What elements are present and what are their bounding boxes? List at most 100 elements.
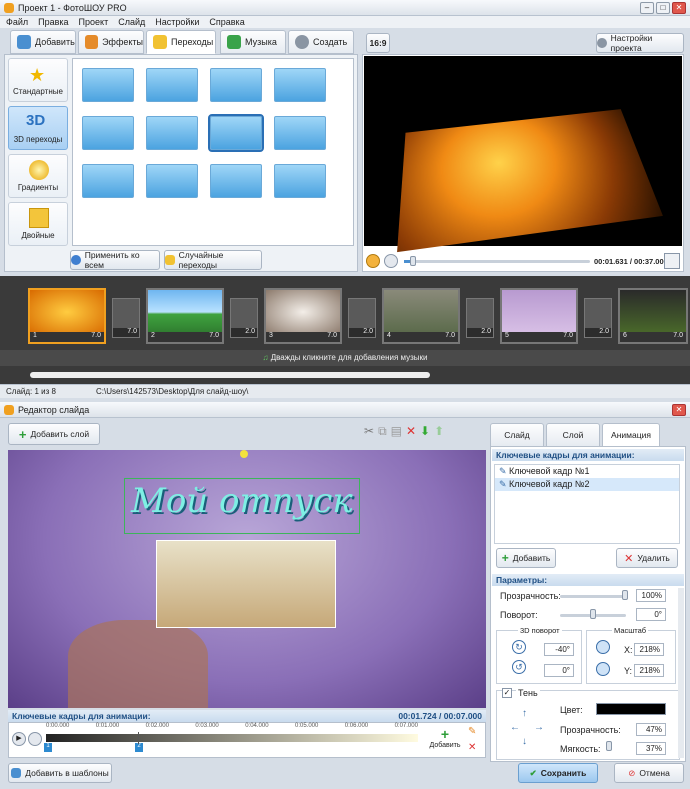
transition-thumb[interactable] xyxy=(82,68,134,102)
menu-help[interactable]: Справка xyxy=(209,17,244,27)
aspect-ratio-button[interactable]: 16:9 xyxy=(366,33,390,53)
add-keyframe-small-button[interactable]: + Добавить xyxy=(426,726,464,756)
music-track[interactable]: ♫ Дважды кликните для добавления музыки xyxy=(0,350,690,366)
paste-icon[interactable]: ▤ xyxy=(391,424,402,444)
tab-effects[interactable]: Эффекты xyxy=(78,30,144,54)
tab-create[interactable]: Создать xyxy=(288,30,354,54)
slide-canvas[interactable]: Мой отпуск xyxy=(8,450,486,708)
transition-thumb[interactable] xyxy=(82,116,134,150)
keyframe-item-selected[interactable]: ✎ Ключевой кадр №2 xyxy=(495,478,679,491)
add-layer-button[interactable]: + Добавить слой xyxy=(8,423,100,445)
rotation-handle[interactable] xyxy=(590,609,596,619)
shadow-opacity-field[interactable]: 47% xyxy=(636,723,666,736)
category-standard[interactable]: ★ Стандартные xyxy=(8,58,68,102)
tab-slide[interactable]: Слайд xyxy=(490,423,544,447)
transition-thumb[interactable] xyxy=(274,164,326,198)
transition-slot[interactable]: 2.0 xyxy=(230,298,258,338)
transition-thumb[interactable] xyxy=(274,116,326,150)
cut-icon[interactable]: ✂ xyxy=(364,424,374,444)
keyframe-marker[interactable]: 2 xyxy=(135,743,143,752)
scale-x-field[interactable]: 218% xyxy=(634,643,664,656)
timeline-scrollbar[interactable] xyxy=(30,372,430,378)
rotation-3d-y-field[interactable]: 0° xyxy=(544,664,574,677)
transition-slot[interactable]: 2.0 xyxy=(584,298,612,338)
rotate-handle[interactable] xyxy=(240,450,248,458)
transition-thumb-selected[interactable] xyxy=(208,114,264,152)
transition-thumb[interactable] xyxy=(146,164,198,198)
rotation-field[interactable]: 0° xyxy=(636,608,666,621)
slide-thumb[interactable]: 3 7.0 xyxy=(264,288,342,344)
tab-music[interactable]: Музыка xyxy=(220,30,286,54)
shadow-color-swatch[interactable] xyxy=(596,703,666,715)
menu-slide[interactable]: Слайд xyxy=(118,17,145,27)
apply-all-button[interactable]: Применить ко всем xyxy=(70,250,160,270)
slide-thumb[interactable]: 6 7.0 xyxy=(618,288,688,344)
opacity-handle[interactable] xyxy=(622,590,628,600)
stop-button[interactable] xyxy=(384,254,398,268)
transition-slot[interactable]: 2.0 xyxy=(466,298,494,338)
photo-layer[interactable] xyxy=(156,540,336,628)
cancel-button[interactable]: ⊘ Отмена xyxy=(614,763,684,783)
transition-thumb[interactable] xyxy=(210,68,262,102)
tab-add[interactable]: Добавить xyxy=(10,30,76,54)
transition-slot[interactable]: 7.0 xyxy=(112,298,140,338)
transition-thumb[interactable] xyxy=(210,164,262,198)
playhead[interactable] xyxy=(138,732,139,744)
softness-handle[interactable] xyxy=(606,741,612,751)
project-settings-button[interactable]: Настройки проекта xyxy=(596,33,684,53)
menu-edit[interactable]: Правка xyxy=(38,17,68,27)
pause-button[interactable] xyxy=(366,254,380,268)
copy-icon[interactable]: ⧉ xyxy=(378,424,387,444)
delete-icon[interactable]: ✕ xyxy=(468,742,476,753)
category-double[interactable]: Двойные xyxy=(8,202,68,246)
zoom-in-icon[interactable] xyxy=(596,640,610,654)
category-gradients[interactable]: Градиенты xyxy=(8,154,68,198)
tab-transitions[interactable]: Переходы xyxy=(146,30,216,54)
close-button[interactable]: ✕ xyxy=(672,1,686,14)
save-button[interactable]: ✔ Сохранить xyxy=(518,763,598,783)
category-3d[interactable]: 3D 3D переходы xyxy=(8,106,68,150)
play-button[interactable]: ▶ xyxy=(12,732,26,746)
shadow-checkbox[interactable]: ✓ xyxy=(502,688,512,698)
keyframe-item[interactable]: ✎ Ключевой кадр №1 xyxy=(495,465,679,478)
transition-thumb[interactable] xyxy=(146,68,198,102)
maximize-button[interactable]: □ xyxy=(656,1,670,14)
stop-button[interactable] xyxy=(28,732,42,746)
preview-seek-handle[interactable] xyxy=(410,256,416,266)
arrow-down-icon[interactable]: ⬇ xyxy=(420,424,430,444)
opacity-field[interactable]: 100% xyxy=(636,589,666,602)
menu-file[interactable]: Файл xyxy=(6,17,28,27)
random-transitions-button[interactable]: Случайные переходы xyxy=(164,250,262,270)
slide-thumb[interactable]: 2 7.0 xyxy=(146,288,224,344)
softness-field[interactable]: 37% xyxy=(636,742,666,755)
editor-close-button[interactable]: ✕ xyxy=(672,403,686,416)
transition-thumb[interactable] xyxy=(274,68,326,102)
keyframe-track[interactable] xyxy=(46,734,418,742)
preview-seek-bar[interactable] xyxy=(404,260,590,263)
zoom-out-icon[interactable] xyxy=(596,662,610,676)
tab-animation[interactable]: Анимация xyxy=(602,423,660,447)
opacity-slider[interactable] xyxy=(560,595,626,598)
tab-layer[interactable]: Слой xyxy=(546,423,600,447)
shadow-offset-arrows[interactable]: ↑ ← → ↓ xyxy=(510,708,544,752)
menu-project[interactable]: Проект xyxy=(79,17,109,27)
rotate-x-icon[interactable]: ↻ xyxy=(512,640,526,654)
rotation-3d-x-field[interactable]: -40° xyxy=(544,643,574,656)
transition-thumb[interactable] xyxy=(82,164,134,198)
menu-settings[interactable]: Настройки xyxy=(155,17,199,27)
keyframe-marker[interactable]: 1 xyxy=(44,743,52,752)
transition-slot[interactable]: 2.0 xyxy=(348,298,376,338)
arrow-up-icon[interactable]: ⬆ xyxy=(434,424,444,444)
minimize-button[interactable]: – xyxy=(640,1,654,14)
slide-thumb[interactable]: 1 7.0 xyxy=(28,288,106,344)
add-to-templates-button[interactable]: Добавить в шаблоны xyxy=(8,763,112,783)
slide-thumb[interactable]: 5 7.0 xyxy=(500,288,578,344)
slide-thumb[interactable]: 4 7.0 xyxy=(382,288,460,344)
transition-thumb[interactable] xyxy=(146,116,198,150)
edit-icon[interactable]: ✎ xyxy=(468,726,476,737)
text-layer-frame[interactable]: Мой отпуск xyxy=(124,478,360,534)
scale-y-field[interactable]: 218% xyxy=(634,664,664,677)
fullscreen-button[interactable] xyxy=(664,253,680,269)
params-scrollbar[interactable] xyxy=(678,588,684,758)
add-keyframe-button[interactable]: + Добавить xyxy=(496,548,556,568)
